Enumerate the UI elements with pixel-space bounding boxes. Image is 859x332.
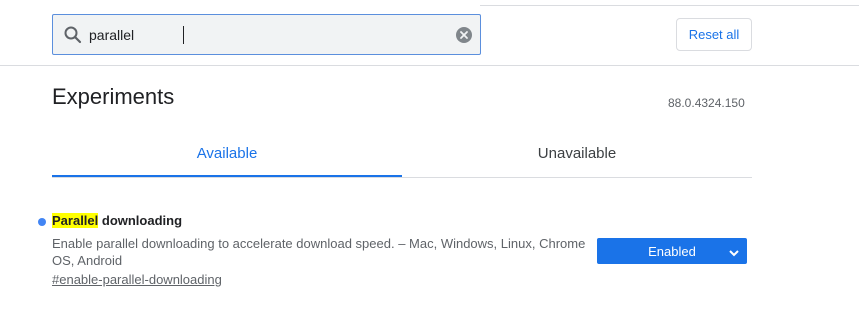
top-bar: Reset all: [0, 0, 859, 66]
version-label: 88.0.4324.150: [668, 96, 745, 110]
tab-indicator: [52, 175, 402, 177]
page-title: Experiments: [52, 84, 175, 109]
chevron-down-icon: [729, 246, 739, 257]
tab-unavailable[interactable]: Unavailable: [402, 130, 752, 177]
experiment-state-value: Enabled: [648, 243, 696, 259]
modified-indicator-dot: [38, 218, 46, 226]
clear-icon[interactable]: [454, 25, 474, 45]
search-input[interactable]: [89, 24, 429, 46]
reset-all-button[interactable]: Reset all: [676, 18, 752, 51]
search-icon: [63, 25, 83, 45]
search-match-highlight: Parallel: [52, 213, 99, 228]
experiment-title: Parallel downloading: [52, 213, 182, 228]
experiment-permalink[interactable]: #enable-parallel-downloading: [52, 272, 222, 287]
search-box[interactable]: [52, 14, 481, 55]
text-cursor: [183, 26, 184, 44]
tab-bar: Available Unavailable: [52, 130, 752, 178]
top-divider: [480, 5, 859, 6]
experiment-description: Enable parallel downloading to accelerat…: [52, 236, 586, 268]
experiment-title-rest: downloading: [98, 213, 183, 228]
experiment-state-select[interactable]: Enabled: [597, 238, 747, 264]
tab-available[interactable]: Available: [52, 130, 402, 177]
